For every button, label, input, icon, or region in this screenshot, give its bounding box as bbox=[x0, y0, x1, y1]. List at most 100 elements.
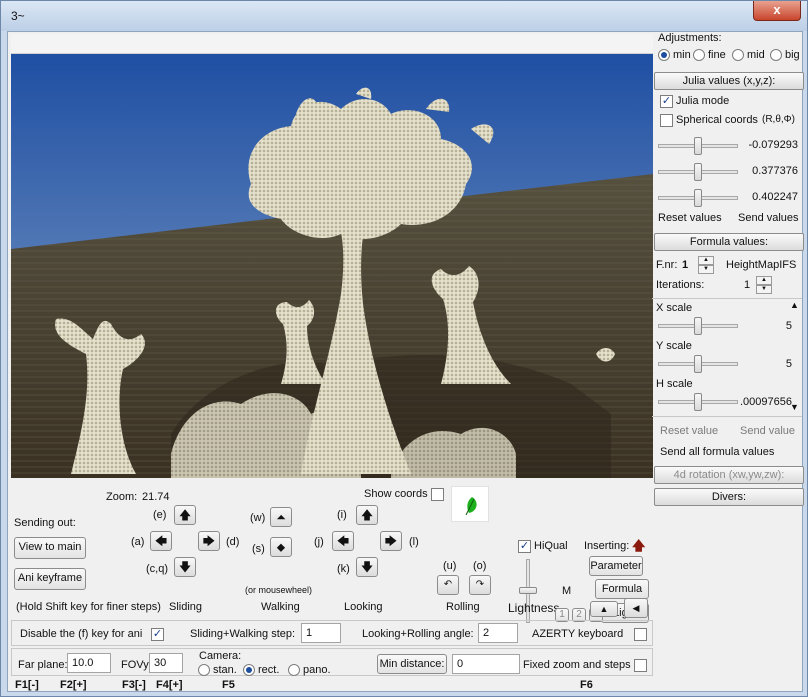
reset-value-button[interactable]: Reset value bbox=[660, 425, 718, 437]
look-down-arrow-icon[interactable]: 🡇 bbox=[356, 557, 378, 577]
iterations-up-icon[interactable]: ▲ bbox=[756, 276, 772, 285]
formula-values-header[interactable]: Formula values: bbox=[654, 233, 804, 251]
walk-backward-icon[interactable]: ⬥ bbox=[270, 537, 292, 557]
julia-mode-label: Julia mode bbox=[676, 95, 730, 107]
client-area: Adjustments: min fine mid big Julia values … bbox=[7, 31, 804, 692]
top-info-bar bbox=[11, 34, 653, 54]
sliding-left-key: (a) bbox=[131, 536, 145, 548]
app-window: 3~ x Adjustments: min fine mid big Julia… bbox=[0, 0, 808, 697]
julia-values-header[interactable]: Julia values (x,y,z): bbox=[654, 72, 804, 90]
lightness-slider-thumb[interactable] bbox=[519, 587, 537, 594]
collapse-up-icon[interactable]: ▲ bbox=[590, 601, 618, 617]
adjustment-radio-1[interactable] bbox=[693, 49, 705, 61]
scroll-down-icon[interactable]: ▼ bbox=[790, 402, 799, 412]
bottom-row-2: Far plane: 10.0 FOVy: 30 Camera: stan. re… bbox=[11, 648, 653, 676]
sliding-right-key: (d) bbox=[226, 536, 240, 548]
julia-slider-thumb-2[interactable] bbox=[694, 189, 702, 207]
adjustment-radio-2[interactable] bbox=[732, 49, 744, 61]
camera-label-1: rect. bbox=[258, 664, 280, 676]
julia-slider-thumb-0[interactable] bbox=[694, 137, 702, 155]
julia-mode-checkbox[interactable]: ✓ bbox=[660, 95, 673, 108]
parameter-button[interactable]: Parameter bbox=[589, 556, 643, 576]
right-panel: Adjustments: min fine mid big Julia values … bbox=[652, 32, 804, 692]
camera-radio-2[interactable] bbox=[288, 664, 300, 676]
julia-value-0[interactable]: -0.079293 bbox=[748, 139, 798, 151]
fnr-down-icon[interactable]: ▼ bbox=[698, 265, 714, 274]
slide-down-arrow-icon[interactable]: 🡇 bbox=[174, 557, 196, 577]
azerty-label: AZERTY keyboard bbox=[532, 628, 624, 640]
leaf-icon bbox=[465, 497, 477, 516]
adjustment-radio-3[interactable] bbox=[770, 49, 782, 61]
send-all-formula-values-button[interactable]: Send all formula values bbox=[660, 446, 774, 458]
min-distance-button[interactable]: Min distance: bbox=[377, 654, 447, 674]
param-value-1[interactable]: 5 bbox=[786, 358, 792, 370]
param-value-0[interactable]: 5 bbox=[786, 320, 792, 332]
julia-value-2[interactable]: 0.402247 bbox=[752, 191, 798, 203]
param-label-1: Y scale bbox=[656, 340, 692, 352]
formula-name: HeightMapIFS bbox=[726, 259, 797, 271]
angle-label: Looking+Rolling angle: bbox=[362, 628, 474, 640]
adjustment-label-1: fine bbox=[708, 49, 726, 61]
divers-header[interactable]: Divers: bbox=[654, 488, 804, 506]
roll-left-icon[interactable]: ↶ bbox=[437, 575, 459, 595]
param-slider-thumb-1[interactable] bbox=[694, 355, 702, 373]
fnr-up-icon[interactable]: ▲ bbox=[698, 256, 714, 265]
show-coords-checkbox[interactable] bbox=[431, 488, 444, 501]
spherical-coords-label: Spherical coords bbox=[676, 114, 758, 126]
param-value-2[interactable]: .00097656 bbox=[740, 396, 792, 408]
reset-values-button[interactable]: Reset values bbox=[658, 212, 722, 224]
look-up-arrow-icon[interactable]: 🡅 bbox=[356, 505, 378, 525]
fnr-value[interactable]: 1 bbox=[682, 259, 688, 271]
iterations-value[interactable]: 1 bbox=[744, 279, 750, 291]
adjustments-label: Adjustments: bbox=[658, 32, 722, 44]
julia-value-1[interactable]: 0.377376 bbox=[752, 165, 798, 177]
slide-right-arrow-icon[interactable]: 🡆 bbox=[198, 531, 220, 551]
azerty-checkbox[interactable] bbox=[634, 628, 647, 641]
inserting-label: Inserting: bbox=[584, 540, 630, 552]
far-plane-input[interactable]: 10.0 bbox=[67, 653, 111, 673]
min-distance-input[interactable]: 0 bbox=[452, 654, 520, 674]
hiqual-checkbox[interactable]: ✓ bbox=[518, 540, 531, 553]
disable-f-checkbox[interactable]: ✓ bbox=[151, 628, 164, 641]
fixed-zoom-checkbox[interactable] bbox=[634, 659, 647, 672]
slide-left-arrow-icon[interactable]: 🡄 bbox=[150, 531, 172, 551]
fovy-input[interactable]: 30 bbox=[149, 653, 183, 673]
step-input[interactable]: 1 bbox=[301, 623, 341, 643]
param-slider-thumb-0[interactable] bbox=[694, 317, 702, 335]
spherical-symbols: (R,θ,Φ) bbox=[762, 114, 795, 125]
panel-left-icon[interactable]: ◀ bbox=[624, 598, 648, 618]
render-viewport[interactable] bbox=[11, 54, 653, 478]
looking-up-key: (i) bbox=[337, 509, 347, 521]
lightness-label: Lightness bbox=[508, 601, 560, 615]
look-left-arrow-icon[interactable]: 🡄 bbox=[332, 531, 354, 551]
camera-options: stan. rect. pano. bbox=[198, 663, 348, 677]
julia-slider-thumb-1[interactable] bbox=[694, 163, 702, 181]
roll-right-icon[interactable]: ↷ bbox=[469, 575, 491, 595]
camera-radio-1[interactable] bbox=[243, 664, 255, 676]
angle-input[interactable]: 2 bbox=[478, 623, 518, 643]
window-title: 3~ bbox=[11, 9, 25, 23]
send-value-button[interactable]: Send value bbox=[740, 425, 795, 437]
param-slider-thumb-2[interactable] bbox=[694, 393, 702, 411]
adjustment-radio-0[interactable] bbox=[658, 49, 670, 61]
fnr-label: F.nr: bbox=[656, 259, 678, 271]
formula-button[interactable]: Formula bbox=[595, 579, 649, 599]
orientation-indicator bbox=[451, 486, 489, 522]
ani-keyframe-button[interactable]: Ani keyframe bbox=[14, 568, 86, 590]
close-button[interactable]: x bbox=[753, 1, 801, 21]
view-to-main-button[interactable]: View to main bbox=[14, 537, 86, 559]
spherical-coords-checkbox[interactable] bbox=[660, 114, 673, 127]
slide-up-arrow-icon[interactable]: 🡅 bbox=[174, 505, 196, 525]
rolling-right-key: (o) bbox=[473, 560, 487, 572]
fixed-zoom-label: Fixed zoom and steps bbox=[523, 659, 631, 671]
scroll-up-icon[interactable]: ▲ bbox=[790, 300, 799, 310]
send-values-button[interactable]: Send values bbox=[738, 212, 799, 224]
look-right-arrow-icon[interactable]: 🡆 bbox=[380, 531, 402, 551]
fkey-f3: F3[-] bbox=[122, 679, 146, 691]
param-label-0: X scale bbox=[656, 302, 693, 314]
camera-label: Camera: bbox=[199, 650, 242, 662]
walk-forward-icon[interactable]: ⏶ bbox=[270, 507, 292, 527]
iterations-down-icon[interactable]: ▼ bbox=[756, 285, 772, 294]
4d-rotation-header[interactable]: 4d rotation (xw,yw,zw): bbox=[654, 466, 804, 484]
camera-radio-0[interactable] bbox=[198, 664, 210, 676]
